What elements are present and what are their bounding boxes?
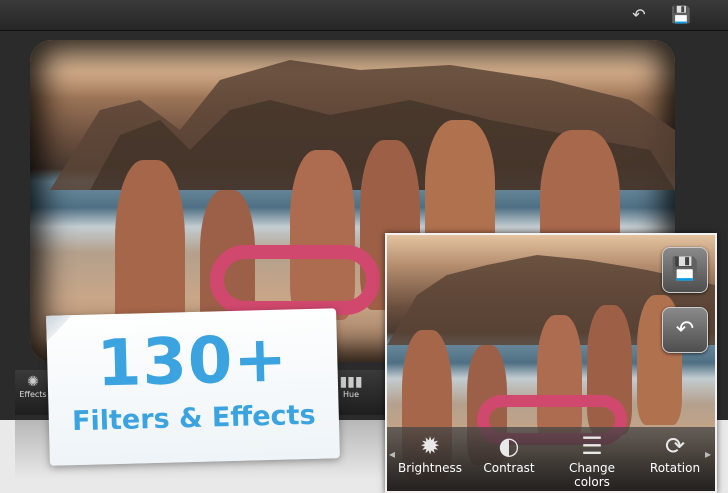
- contrast-circle-icon: ◐: [498, 432, 520, 460]
- undo-button[interactable]: ↶: [662, 307, 708, 353]
- inflatable-ring-graphic: [210, 245, 380, 315]
- floppy-save-icon[interactable]: 💾: [670, 4, 692, 26]
- promo-card: 130+ Filters & Effects: [46, 308, 340, 466]
- toolbar-item-effects[interactable]: ✺ Effects: [15, 374, 51, 399]
- rotate-icon: ⟳: [664, 432, 686, 460]
- toolbar-item-label: Effects: [19, 390, 47, 399]
- undo-arrow-icon[interactable]: ↶: [628, 4, 650, 26]
- promo-subline: Filters & Effects: [71, 399, 316, 438]
- tool-label: Brightness: [398, 461, 462, 475]
- phone-screen-inset: 💾 ↶ ◂ ✹ Brightness ◐ Contrast ☰ Change c…: [385, 233, 717, 493]
- tool-contrast[interactable]: ◐ Contrast: [479, 431, 539, 475]
- tool-change-colors[interactable]: ☰ Change colors: [550, 431, 634, 489]
- tool-brightness[interactable]: ✹ Brightness: [395, 431, 465, 475]
- tool-rotation[interactable]: ⟳ Rotation: [645, 431, 705, 475]
- tool-label: Rotation: [649, 461, 701, 475]
- save-button[interactable]: 💾: [662, 247, 708, 293]
- promo-headline: 130+: [95, 322, 289, 402]
- toolbar-item-label: Hue: [342, 390, 359, 399]
- scroll-right-icon[interactable]: ▸: [705, 447, 711, 461]
- sliders-icon: ☰: [581, 432, 603, 460]
- toolbar-item-hue[interactable]: ▮▮▮ Hue: [333, 374, 369, 399]
- undo-arrow-icon: ↶: [675, 317, 695, 342]
- adjustment-toolbar: ◂ ✹ Brightness ◐ Contrast ☰ Change color…: [387, 427, 715, 491]
- floppy-save-icon: 💾: [671, 257, 699, 282]
- effects-icon: ✺: [27, 374, 39, 390]
- tool-label: Contrast: [483, 461, 535, 475]
- tool-label: Change colors: [569, 461, 615, 489]
- brightness-sun-icon: ✹: [419, 432, 441, 460]
- top-bar: ↶ 💾: [0, 0, 728, 31]
- hue-icon: ▮▮▮: [339, 374, 363, 390]
